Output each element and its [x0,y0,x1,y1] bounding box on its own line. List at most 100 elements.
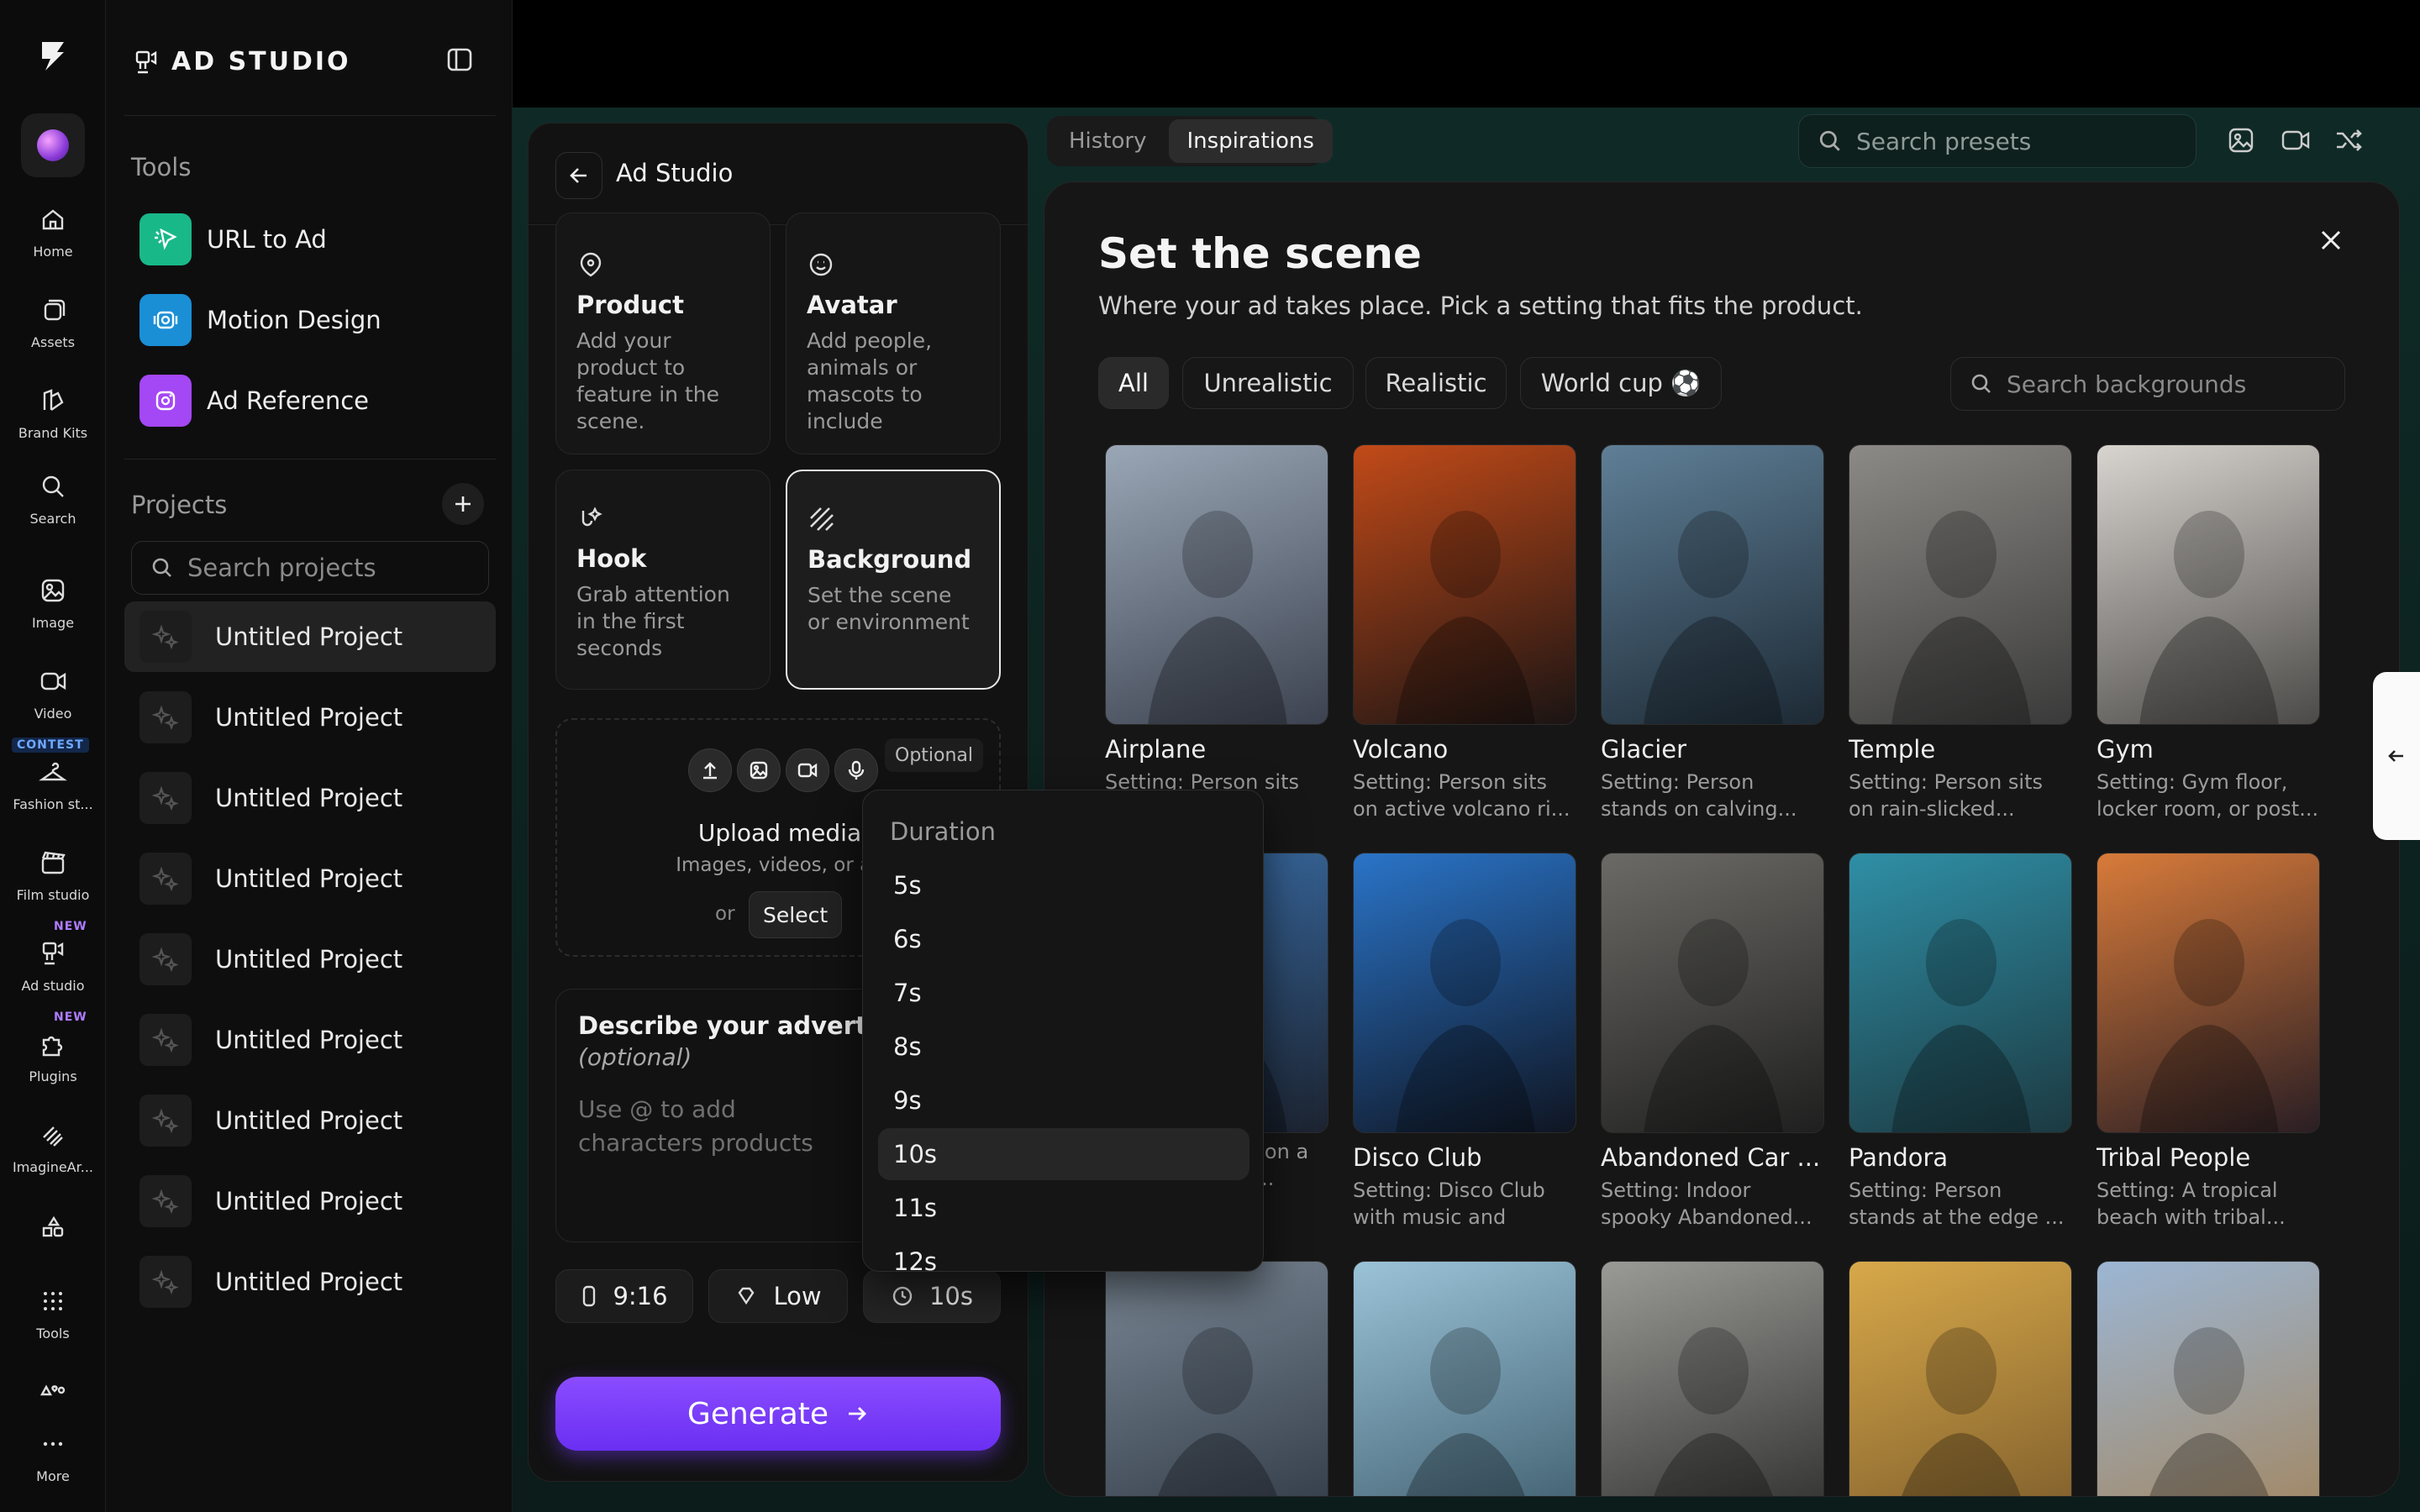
duration-option[interactable]: 10s [878,1128,1249,1180]
duration-option[interactable]: 12s [878,1236,1249,1271]
rail-badge: NEW [54,1011,87,1024]
rail-item-plugins[interactable]: Plugins [0,1030,106,1084]
filter-unrealistic[interactable]: Unrealistic [1182,357,1354,409]
diamond-icon [738,1287,755,1305]
tool-ad-reference[interactable]: Ad Reference [139,375,369,427]
collapse-sidebar-icon[interactable] [445,45,474,74]
shuffle-icon[interactable] [2334,126,2363,155]
scene-tile-airplane[interactable]: AirplaneSetting: Person sits on a flying… [1105,444,1328,822]
scene-name: Disco Club [1353,1143,1482,1172]
scene-desc: Setting: Person sits on rain-slicked... [1849,770,2044,821]
project-item[interactable]: Untitled Project [124,682,496,753]
scene-tile-gym[interactable]: Gym Setting: Gym floor, locker room, or p… [2096,444,2320,822]
rail-item-search[interactable]: Search [0,472,106,527]
arrow-left-icon [2388,750,2403,762]
filter-all[interactable]: All [1098,357,1169,409]
scene-tile-glacier[interactable]: Glacier Setting: Person stands on calving… [1601,444,1824,822]
product-card[interactable]: Product Add your product to feature in t… [555,213,771,454]
drawer-toggle-button[interactable] [2373,672,2420,840]
video-filter-icon[interactable] [2281,126,2311,155]
duration-option[interactable]: 5s [878,859,1249,911]
aspect-ratio-button[interactable]: 9:16 [555,1269,693,1323]
duration-button[interactable]: 10s [863,1269,1001,1323]
rail-item-ad-studio[interactable]: Ad studio [0,939,106,994]
duration-option[interactable]: 8s [878,1021,1249,1073]
tool-motion-design[interactable]: Motion Design [139,294,381,346]
hook-card[interactable]: Hook Grab attention in the first seconds [555,470,771,690]
background-card[interactable]: Background Set the scene or environment [786,470,1001,690]
rail-item-tools[interactable]: Tools [0,1287,106,1341]
scene-tile[interactable] [1849,1261,2072,1496]
duration-option[interactable]: 11s [878,1182,1249,1234]
image-filter-icon[interactable] [2227,126,2255,155]
product-card-title: Product [576,291,684,319]
scene-name: Temple [1849,735,1936,764]
scene-tile[interactable] [1353,1261,1576,1496]
project-item[interactable]: Untitled Project [124,601,496,672]
scene-tile-volcano[interactable]: Volcano Setting: Person sits on active vo… [1353,444,1576,822]
generate-button[interactable]: Generate [555,1377,1001,1451]
duration-option[interactable]: 6s [878,913,1249,965]
rail-item-image[interactable]: Image [0,576,106,631]
search-projects-input[interactable]: Search projects [131,541,489,595]
scene-thumbnail [1601,853,1824,1133]
filter-realistic[interactable]: Realistic [1365,357,1507,409]
grid-icon [44,1292,62,1310]
project-item[interactable]: Untitled Project [124,1005,496,1075]
scene-tile-disco-club[interactable]: Disco Club Setting: Disco Club with music… [1353,853,1576,1231]
app-logo[interactable] [34,37,72,76]
rail-item-fashion-st[interactable]: Fashion st... [0,758,106,812]
rail-badge: NEW [54,920,87,933]
search-presets-input[interactable]: Search presets [1798,114,2196,168]
rail-item-more[interactable]: More [0,1430,106,1484]
filter-world-cup[interactable]: World cup ⚽ [1520,357,1722,409]
project-item[interactable]: Untitled Project [124,924,496,995]
scene-thumbnail [1601,444,1824,725]
rail-label: Brand Kits [18,425,88,441]
rail-item-shapes-alt[interactable] [0,1376,106,1404]
project-item[interactable]: Untitled Project [124,763,496,833]
rail-item-imaginear[interactable]: ImagineAr... [0,1121,106,1175]
rail-item-brand-kits[interactable]: Brand Kits [0,386,106,441]
back-button[interactable] [555,152,602,199]
duration-option[interactable]: 9s [878,1074,1249,1126]
add-project-button[interactable] [442,483,484,525]
rail-item-shapes[interactable] [0,1215,106,1243]
rail-label: Image [31,615,75,631]
tool-url-to-ad[interactable]: URL to Ad [139,213,327,265]
project-item[interactable]: Untitled Project [124,843,496,914]
rail-item-video[interactable]: Video [0,667,106,722]
scene-tile-temple[interactable]: Temple Setting: Person sits on rain-slick… [1849,444,2072,822]
close-button[interactable] [2310,219,2352,261]
project-item[interactable]: Untitled Project [124,1166,496,1236]
project-item[interactable]: Untitled Project [124,1085,496,1156]
tab-history[interactable]: History [1050,119,1165,163]
rail-label: Ad studio [21,978,85,994]
scene-tile[interactable] [1601,1261,1824,1496]
search-backgrounds-input[interactable]: Search backgrounds [1950,357,2345,411]
scene-tile[interactable] [1105,1261,1328,1496]
project-label: Untitled Project [215,703,403,732]
select-files-button[interactable]: Select [749,891,843,938]
assets-icon [44,299,66,321]
scene-tile[interactable] [2096,1261,2320,1496]
user-avatar[interactable] [21,113,85,177]
project-item[interactable]: Untitled Project [124,1247,496,1317]
rail-label: Fashion st... [13,796,93,812]
rail-label: More [36,1468,70,1484]
project-label: Untitled Project [215,864,403,893]
more-icon [43,1441,63,1446]
rail-item-home[interactable]: Home [0,205,106,260]
project-label: Untitled Project [215,784,403,812]
rail-item-film-studio[interactable]: Film studio [0,848,106,903]
motion-design-icon [139,294,192,346]
duration-option[interactable]: 7s [878,967,1249,1019]
scene-tile-tribal-people[interactable]: Tribal People Setting: A tropical beach w… [2096,853,2320,1231]
rail-item-assets[interactable]: Assets [0,296,106,350]
scene-tile-abandoned-car[interactable]: Abandoned Car ... Setting: Indoor spooky … [1601,853,1824,1231]
tab-inspirations[interactable]: Inspirations [1168,119,1333,163]
quality-button[interactable]: Low [708,1269,848,1323]
avatar-card[interactable]: Avatar Add people, animals or mascots to… [786,213,1001,454]
scene-tile-pandora[interactable]: Pandora Setting: Person stands at the edg… [1849,853,2072,1231]
shapes-alt-icon [39,1384,66,1396]
